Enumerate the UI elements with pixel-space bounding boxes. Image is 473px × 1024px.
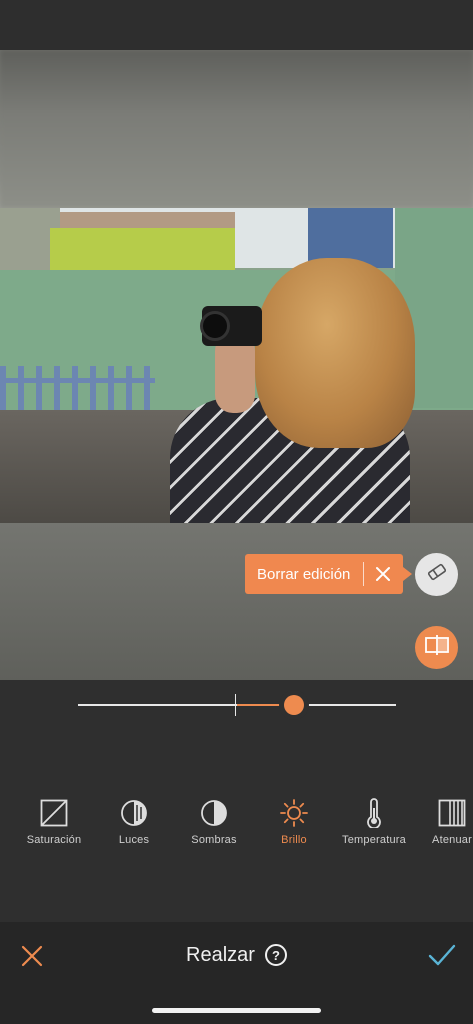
- compare-button[interactable]: [415, 626, 458, 669]
- photo-preview: [0, 208, 473, 523]
- tool-label: Temperatura: [342, 834, 406, 846]
- tool-atenuar[interactable]: Atenuar: [412, 798, 473, 858]
- fade-icon: [437, 798, 467, 828]
- tool-saturacion[interactable]: Saturación: [14, 798, 94, 858]
- tool-sombras[interactable]: Sombras: [174, 798, 254, 858]
- saturation-icon: [39, 798, 69, 828]
- status-bar: [0, 0, 473, 50]
- blurred-background-top: [0, 50, 473, 208]
- thermometer-icon: [359, 798, 389, 828]
- brightness-slider[interactable]: [78, 690, 396, 720]
- confirm-button[interactable]: [426, 940, 458, 970]
- clear-edit-label[interactable]: Borrar edición: [245, 566, 363, 583]
- eraser-icon: [426, 561, 448, 588]
- slider-thumb[interactable]: [284, 695, 305, 715]
- compare-icon: [424, 634, 450, 661]
- tool-label: Sombras: [191, 834, 237, 846]
- eraser-button[interactable]: [415, 553, 458, 596]
- close-icon[interactable]: [364, 554, 402, 594]
- checkmark-icon: [426, 944, 458, 974]
- tool-label: Brillo: [281, 834, 307, 846]
- tool-brillo[interactable]: Brillo: [254, 798, 334, 858]
- tool-label: Saturación: [26, 834, 82, 846]
- highlights-icon: [119, 798, 149, 828]
- home-indicator: [152, 1008, 321, 1013]
- tool-luces[interactable]: Luces: [94, 798, 174, 858]
- shadows-icon: [199, 798, 229, 828]
- blurred-background-bottom: [0, 523, 473, 680]
- tool-label: Atenuar: [432, 834, 472, 846]
- tool-temperatura[interactable]: Temperatura: [334, 798, 414, 858]
- screen-title: Realzar: [186, 943, 255, 966]
- help-icon[interactable]: ?: [264, 944, 287, 966]
- slider-center-mark: [235, 694, 236, 716]
- tool-label: Luces: [118, 834, 150, 846]
- screen-title-wrap: Realzar ?: [0, 938, 473, 972]
- clear-edit-tooltip[interactable]: Borrar edición: [245, 554, 412, 594]
- brightness-icon: [279, 798, 309, 828]
- adjustment-tools: Saturación Luces Sombras Brillo Temperat…: [0, 798, 473, 858]
